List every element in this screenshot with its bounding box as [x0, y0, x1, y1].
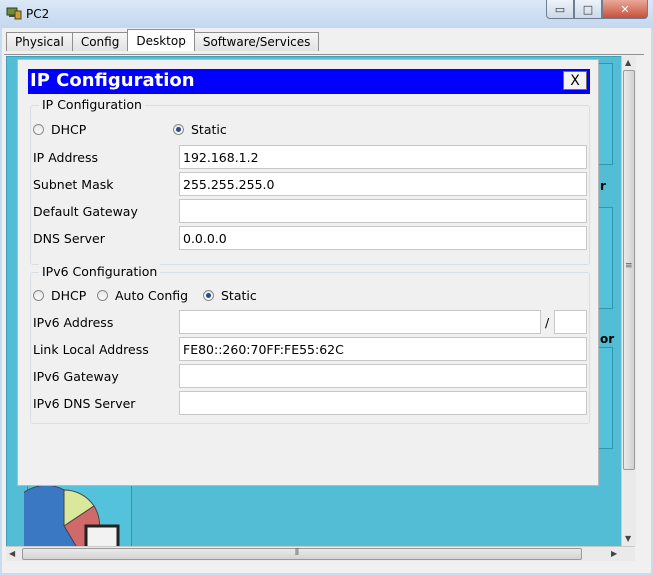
dialog-title: IP Configuration	[30, 70, 195, 91]
pie-chart-icon[interactable]	[24, 482, 124, 552]
subnet-mask-input[interactable]: 255.255.255.0	[179, 172, 587, 196]
default-gateway-input[interactable]	[179, 199, 587, 223]
ipv6-auto-config-option[interactable]: Auto Config	[97, 288, 188, 303]
ipv6-gateway-input[interactable]	[179, 364, 587, 388]
ipv6-prefix-input[interactable]	[554, 310, 587, 334]
ipv6-auto-config-label: Auto Config	[115, 288, 189, 303]
window-controls: ▭ □ ✕	[546, 0, 648, 19]
tab-bar: Physical Config Desktop Software/Service…	[6, 29, 320, 51]
minimize-button[interactable]: ▭	[546, 0, 574, 19]
dns-server-label: DNS Server	[33, 231, 105, 246]
ipv4-static-option[interactable]: Static	[173, 122, 227, 137]
dns-server-input[interactable]: 0.0.0.0	[179, 226, 587, 250]
ipv6-address-input[interactable]	[179, 310, 541, 334]
scroll-down-icon[interactable]: ▼	[625, 534, 631, 543]
radio-selected-icon[interactable]	[203, 290, 214, 301]
prefix-separator: /	[545, 315, 550, 330]
desktop-label-fragment: or	[600, 332, 615, 346]
link-local-address-label: Link Local Address	[33, 342, 149, 357]
maximize-button[interactable]: □	[574, 0, 602, 19]
desktop-label-fragment: r	[600, 179, 606, 193]
radio-icon[interactable]	[33, 124, 44, 135]
ipv6-gateway-label: IPv6 Gateway	[33, 369, 119, 384]
scroll-right-icon[interactable]: ▶	[611, 549, 617, 558]
ipv4-dhcp-option[interactable]: DHCP	[33, 122, 86, 137]
tab-divider	[4, 54, 644, 55]
radio-icon[interactable]	[33, 290, 44, 301]
ipv6-static-option[interactable]: Static	[203, 288, 257, 303]
ipv6-static-label: Static	[221, 288, 257, 303]
window-titlebar: PC2 ▭ □ ✕	[0, 0, 653, 28]
ipv6-dhcp-label: DHCP	[51, 288, 87, 303]
ipv4-dhcp-label: DHCP	[51, 122, 87, 137]
ipv6-dns-server-input[interactable]	[179, 391, 587, 415]
radio-icon[interactable]	[97, 290, 108, 301]
link-local-address-input[interactable]: FE80::260:70FF:FE55:62C	[179, 337, 587, 361]
vertical-scrollbar[interactable]: ▲ ≡ ▼	[621, 56, 636, 546]
default-gateway-label: Default Gateway	[33, 204, 138, 219]
tab-desktop[interactable]: Desktop	[127, 29, 195, 51]
ipv6-dhcp-option[interactable]: DHCP	[33, 288, 86, 303]
ipv4-legend: IP Configuration	[39, 97, 145, 112]
ip-address-label: IP Address	[33, 150, 98, 165]
radio-selected-icon[interactable]	[173, 124, 184, 135]
scroll-left-icon[interactable]: ◀	[9, 549, 15, 558]
close-window-button[interactable]: ✕	[602, 0, 648, 19]
dialog-titlebar: IP Configuration X	[28, 69, 590, 94]
ipv6-address-label: IPv6 Address	[33, 315, 114, 330]
scroll-grip-icon: ⦀	[295, 548, 299, 558]
scroll-grip-icon: ≡	[625, 261, 633, 271]
window-title: PC2	[26, 7, 50, 21]
ipv4-group: IP Configuration DHCP Static IP Address …	[30, 97, 590, 265]
horizontal-scroll-thumb[interactable]: ⦀	[22, 548, 582, 560]
app-icon	[6, 7, 22, 20]
ip-configuration-dialog: IP Configuration X IP Configuration DHCP…	[18, 60, 598, 485]
ip-address-input[interactable]: 192.168.1.2	[179, 145, 587, 169]
ipv6-dns-server-label: IPv6 DNS Server	[33, 396, 136, 411]
ipv6-group: IPv6 Configuration DHCP Auto Config Stat…	[30, 264, 590, 424]
subnet-mask-label: Subnet Mask	[33, 177, 114, 192]
ipv6-legend: IPv6 Configuration	[39, 264, 161, 279]
ipv4-static-label: Static	[191, 122, 227, 137]
tab-software-services[interactable]: Software/Services	[193, 32, 320, 51]
tab-physical[interactable]: Physical	[6, 32, 73, 51]
scroll-up-icon[interactable]: ▲	[625, 58, 631, 67]
horizontal-scrollbar[interactable]: ◀ ⦀ ▶	[6, 546, 635, 561]
vertical-scroll-thumb[interactable]: ≡	[623, 70, 635, 470]
tab-config[interactable]: Config	[71, 32, 129, 51]
dialog-close-button[interactable]: X	[563, 71, 587, 90]
